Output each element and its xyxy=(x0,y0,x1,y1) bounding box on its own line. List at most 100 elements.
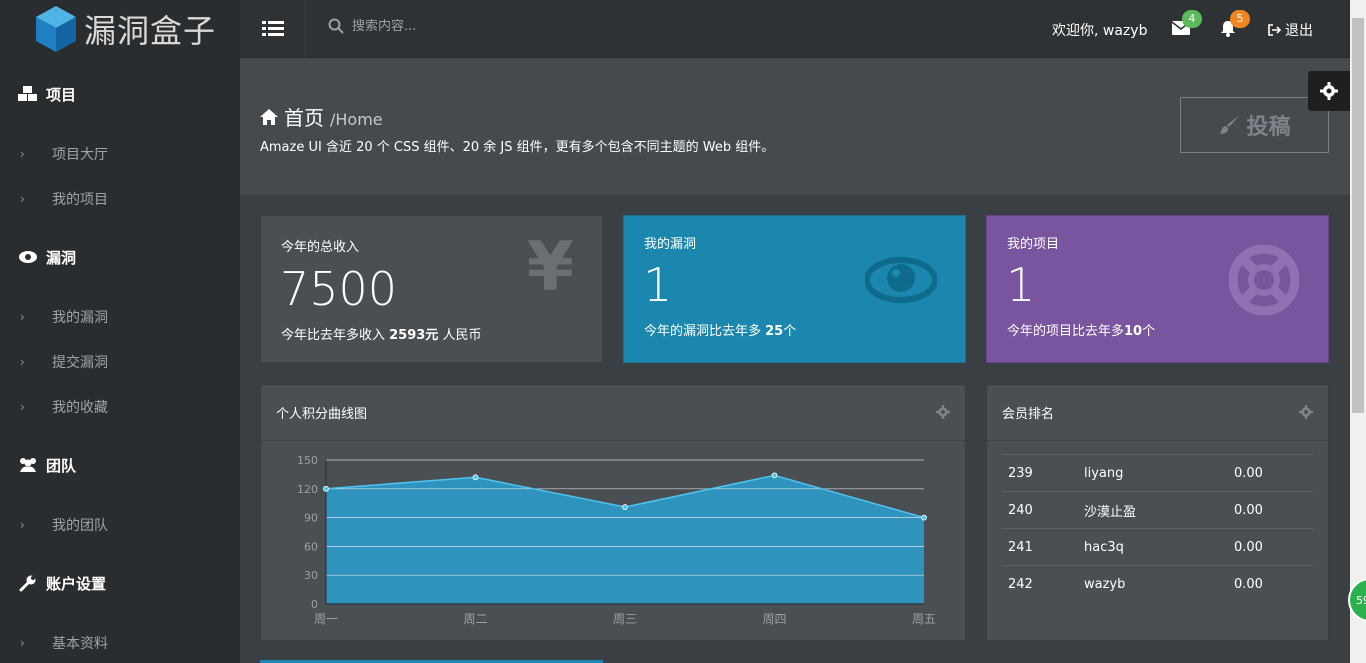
project-foot-text: 今年的项目比去年多 xyxy=(1007,324,1125,339)
project-card: 我的项目 1 今年的项目比去年多10个 xyxy=(986,215,1329,363)
sidebar-item-label: 项目大厅 xyxy=(52,146,108,163)
panel-header: 会员排名 xyxy=(987,385,1328,441)
logo[interactable]: 漏洞盒子 xyxy=(0,0,240,58)
y-tick-label: 60 xyxy=(304,540,318,553)
table-row[interactable]: 241 hac3q 0.00 xyxy=(1002,528,1314,566)
data-point xyxy=(771,472,778,479)
table-row[interactable]: 242 wazyb 0.00 xyxy=(1002,565,1314,603)
score-cell: 0.00 xyxy=(1234,565,1314,603)
mail-count-badge: 4 xyxy=(1182,10,1202,28)
y-tick-label: 120 xyxy=(297,483,318,496)
sidebar-item-my-projects[interactable]: › 我的项目 xyxy=(0,176,240,221)
gear-icon[interactable] xyxy=(1299,405,1313,419)
submit-post-label: 投稿 xyxy=(1246,115,1291,140)
x-tick-label: 周五 xyxy=(912,612,936,626)
income-card: 今年的总收入 7500 今年比去年多收入 2593元 人民币 ¥ xyxy=(260,215,603,363)
nav-section-label: 团队 xyxy=(46,456,77,475)
score-chart-panel: 个人积分曲线图 0 30 60 90 120 150 周一 周二 周三 周四 周五 xyxy=(260,384,966,641)
project-foot-count: 10 xyxy=(1124,324,1143,339)
logout-link[interactable]: 退出 xyxy=(1268,20,1313,40)
chevron-right-icon: › xyxy=(20,191,25,206)
submit-post-button[interactable]: 投稿 xyxy=(1180,97,1329,153)
chevron-right-icon: › xyxy=(20,146,25,161)
welcome-text[interactable]: 欢迎你, wazyb xyxy=(1052,20,1147,40)
cube-logo-icon xyxy=(36,6,76,52)
settings-toggle[interactable] xyxy=(1308,71,1350,111)
project-card-footer: 今年的项目比去年多10个 xyxy=(1007,320,1155,339)
mail-button[interactable]: 4 xyxy=(1171,10,1202,39)
y-tick-label: 90 xyxy=(304,512,318,525)
rank-cell: 242 xyxy=(1002,565,1084,603)
income-foot-text: 今年比去年多收入 xyxy=(281,328,390,343)
score-cell: 0.00 xyxy=(1234,491,1314,529)
list-icon xyxy=(261,21,284,36)
vuln-foot-unit: 个 xyxy=(783,324,797,339)
sidebar-item-project-hall[interactable]: › 项目大厅 xyxy=(0,131,240,176)
table-row[interactable]: 240 沙漠止盈 0.00 xyxy=(1002,491,1314,529)
chevron-right-icon: › xyxy=(20,309,25,324)
scrollbar[interactable] xyxy=(1350,0,1366,663)
rank-table: 239 liyang 0.00 240 沙漠止盈 0.00 241 hac3q 0.00 2… xyxy=(1002,454,1314,603)
nav-section-label: 账户设置 xyxy=(46,574,107,593)
y-tick-label: 0 xyxy=(311,598,318,611)
topbar: 欢迎你, wazyb 4 5 退出 xyxy=(240,0,1350,58)
table-row[interactable]: 239 liyang 0.00 xyxy=(1002,454,1314,492)
score-cell: 0.00 xyxy=(1234,528,1314,566)
panel-title: 会员排名 xyxy=(1002,407,1055,422)
sidebar-item-submit-vuln[interactable]: › 提交漏洞 xyxy=(0,339,240,384)
x-tick-label: 周三 xyxy=(613,612,637,626)
sidebar-item-label: 我的团队 xyxy=(52,517,108,534)
gear-icon xyxy=(1320,82,1338,100)
sidebar-item-label: 我的漏洞 xyxy=(52,309,108,326)
notification-button[interactable]: 5 xyxy=(1220,10,1250,41)
x-tick-label: 周一 xyxy=(314,612,338,626)
member-rank-panel: 会员排名 239 liyang 0.00 240 沙漠止盈 0.00 241 hac3q 0… xyxy=(986,384,1329,641)
nav-section-header[interactable]: 团队 xyxy=(0,446,240,484)
nav-section-header[interactable]: 漏洞 xyxy=(0,238,240,276)
sidebar-item-my-vulns[interactable]: › 我的漏洞 xyxy=(0,294,240,339)
wrench-icon xyxy=(18,573,38,593)
search-icon xyxy=(328,18,344,34)
search-input[interactable] xyxy=(352,18,552,34)
nav-section-header[interactable]: 账户设置 xyxy=(0,564,240,602)
sidebar-item-favorites[interactable]: › 我的收藏 xyxy=(0,384,240,429)
page-title-text: 首页 xyxy=(284,106,324,130)
panel-title: 个人积分曲线图 xyxy=(276,407,368,422)
notification-count-badge: 5 xyxy=(1230,10,1250,28)
score-line-chart[interactable]: 0 30 60 90 120 150 周一 周二 周三 周四 周五 xyxy=(261,441,967,641)
sidebar-item-profile[interactable]: › 基本资料 xyxy=(0,620,240,663)
sidebar-item-my-team[interactable]: › 我的团队 xyxy=(0,502,240,547)
gear-icon[interactable] xyxy=(936,405,950,419)
eye-icon xyxy=(865,257,937,303)
paint-brush-icon xyxy=(1220,115,1241,134)
series-area xyxy=(326,475,924,604)
nav-section-header[interactable]: 项目 xyxy=(0,75,240,113)
name-cell: wazyb xyxy=(1084,565,1234,603)
data-point xyxy=(472,474,479,481)
life-ring-icon xyxy=(1228,244,1300,316)
rank-cell: 241 xyxy=(1002,528,1084,566)
project-card-label: 我的项目 xyxy=(1007,237,1060,252)
rank-cell: 240 xyxy=(1002,491,1084,529)
income-foot-amount: 2593元 xyxy=(389,328,439,343)
data-point xyxy=(323,485,329,492)
page-title: 首页 /Home xyxy=(260,102,383,131)
menu-toggle-button[interactable] xyxy=(240,0,306,58)
search-bar xyxy=(328,18,552,34)
vuln-foot-count: 25 xyxy=(765,324,784,339)
data-point xyxy=(921,514,927,521)
sidebar-item-label: 我的项目 xyxy=(52,191,108,208)
income-card-label: 今年的总收入 xyxy=(281,240,360,255)
income-card-footer: 今年比去年多收入 2593元 人民币 xyxy=(281,324,481,343)
sidebar-item-label: 提交漏洞 xyxy=(52,354,108,371)
x-tick-label: 周四 xyxy=(762,612,786,626)
page-header: 首页 /Home Amaze UI 含近 20 个 CSS 组件、20 余 JS… xyxy=(240,58,1350,195)
chevron-right-icon: › xyxy=(20,354,25,369)
eye-icon xyxy=(18,247,38,267)
scrollbar-thumb[interactable] xyxy=(1352,18,1364,413)
brand-name: 漏洞盒子 xyxy=(84,12,217,50)
project-foot-unit: 个 xyxy=(1142,324,1156,339)
yen-icon: ¥ xyxy=(526,228,574,307)
chevron-right-icon: › xyxy=(20,399,25,414)
nav-section-label: 漏洞 xyxy=(46,248,77,267)
